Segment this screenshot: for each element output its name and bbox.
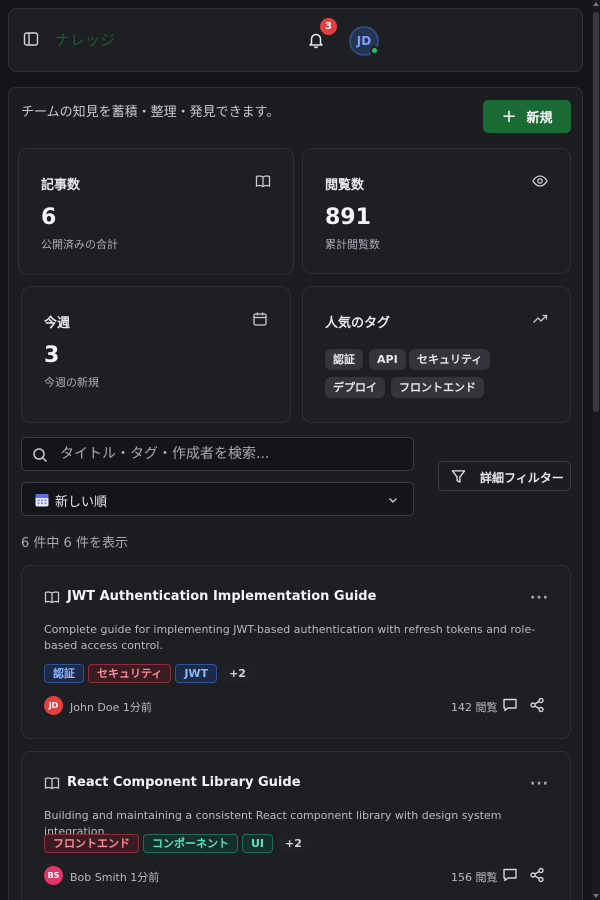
calendar-icon xyxy=(253,312,267,326)
filter-icon xyxy=(451,470,466,483)
scrollbar[interactable] xyxy=(592,0,600,900)
sort-select[interactable]: 新しい順 xyxy=(21,482,414,516)
article-card[interactable]: React Component Library Guide ··· Buildi… xyxy=(21,751,571,900)
sort-selected-value: 新しい順 xyxy=(55,495,108,510)
comment-icon[interactable] xyxy=(502,697,518,713)
more-options-icon[interactable]: ··· xyxy=(530,776,548,792)
stat-card-views: 閲覧数 891 累計閲覧数 xyxy=(302,148,571,274)
result-count: 6 件中 6 件を表示 xyxy=(21,536,128,551)
book-icon xyxy=(255,175,271,188)
article-tag[interactable]: JWT xyxy=(175,664,218,683)
popular-tag[interactable]: API xyxy=(369,349,406,370)
article-time: 1分前 xyxy=(122,701,152,714)
app-header: ナレッジ 3 JD xyxy=(8,8,583,72)
view-count: 156 閲覧 xyxy=(451,871,498,884)
stat-card-articles: 記事数 6 公開済みの合計 xyxy=(18,148,294,275)
author-name: John Doe xyxy=(70,701,120,714)
stat-title: 今週 xyxy=(44,316,71,331)
search-input[interactable] xyxy=(60,438,400,470)
article-time: 1分前 xyxy=(130,871,160,884)
advanced-filter-button[interactable]: 詳細フィルター xyxy=(438,461,571,491)
stat-desc: 今週の新規 xyxy=(44,376,99,389)
book-icon xyxy=(44,777,60,790)
view-count: 142 閲覧 xyxy=(451,701,498,714)
share-icon[interactable] xyxy=(529,867,545,883)
popular-tag[interactable]: フロントエンド xyxy=(391,377,484,398)
comment-icon[interactable] xyxy=(502,867,518,883)
eye-icon xyxy=(532,175,548,187)
popular-tag[interactable]: 認証 xyxy=(325,349,363,370)
article-description: Complete guide for implementing JWT-base… xyxy=(44,623,536,652)
search-box xyxy=(21,437,414,471)
author-avatar: BS xyxy=(44,866,63,885)
bell-icon[interactable] xyxy=(307,31,325,49)
article-tags: 認証 セキュリティ JWT +2 xyxy=(44,664,254,683)
more-options-icon[interactable]: ··· xyxy=(530,590,548,606)
stat-value: 891 xyxy=(325,205,371,230)
more-tags-count[interactable]: +2 xyxy=(277,834,310,853)
stat-title: 人気のタグ xyxy=(325,316,391,331)
author-info: John Doe 1分前 xyxy=(70,699,152,715)
article-tag[interactable]: セキュリティ xyxy=(88,664,172,683)
article-tag[interactable]: UI xyxy=(242,834,274,853)
author-avatar: JD xyxy=(44,696,63,715)
share-icon[interactable] xyxy=(529,697,545,713)
article-tags: フロントエンド コンポーネント UI +2 xyxy=(44,834,310,853)
stat-title: 記事数 xyxy=(41,178,81,193)
sidebar-toggle-icon[interactable] xyxy=(23,31,39,47)
plus-icon: + xyxy=(501,105,517,127)
stat-card-popular-tags: 人気のタグ 認証 API セキュリティ デプロイ フロントエンド xyxy=(302,286,571,423)
popular-tag[interactable]: セキュリティ xyxy=(409,349,491,370)
author-info: Bob Smith 1分前 xyxy=(70,869,159,885)
stat-desc: 公開済みの合計 xyxy=(41,238,118,251)
article-tag[interactable]: 認証 xyxy=(44,664,84,683)
page-subtitle: チームの知見を蓄積・整理・発見できます。 xyxy=(21,105,280,120)
more-tags-count[interactable]: +2 xyxy=(221,664,254,683)
new-button-label: 新規 xyxy=(526,111,553,126)
article-card[interactable]: JWT Authentication Implementation Guide … xyxy=(21,565,571,739)
chevron-down-icon xyxy=(389,498,397,503)
article-tag[interactable]: フロントエンド xyxy=(44,834,139,853)
trending-up-icon xyxy=(533,314,548,323)
article-title[interactable]: JWT Authentication Implementation Guide xyxy=(67,589,376,604)
stat-card-week: 今週 3 今週の新規 xyxy=(21,286,291,423)
book-icon xyxy=(44,591,60,604)
article-tag[interactable]: コンポーネント xyxy=(143,834,238,853)
stat-value: 3 xyxy=(44,343,60,368)
new-article-button[interactable]: + 新規 xyxy=(483,100,571,133)
article-title[interactable]: React Component Library Guide xyxy=(67,775,301,790)
popular-tag[interactable]: デプロイ xyxy=(325,377,385,398)
stat-value: 6 xyxy=(41,205,57,230)
page-title: ナレッジ xyxy=(55,31,116,49)
stat-title: 閲覧数 xyxy=(325,178,365,193)
stat-desc: 累計閲覧数 xyxy=(325,238,380,251)
filter-label: 詳細フィルター xyxy=(480,471,564,485)
scroll-down-icon[interactable] xyxy=(593,894,599,898)
online-status-indicator xyxy=(370,46,379,55)
notification-badge: 3 xyxy=(320,18,337,35)
calendar-icon xyxy=(35,494,49,507)
scroll-up-icon[interactable] xyxy=(593,2,599,6)
main-panel: チームの知見を蓄積・整理・発見できます。 + 新規 記事数 6 公開済みの合計 … xyxy=(8,87,583,900)
scroll-thumb[interactable] xyxy=(593,12,599,412)
search-icon xyxy=(33,448,48,463)
author-name: Bob Smith xyxy=(70,871,127,884)
